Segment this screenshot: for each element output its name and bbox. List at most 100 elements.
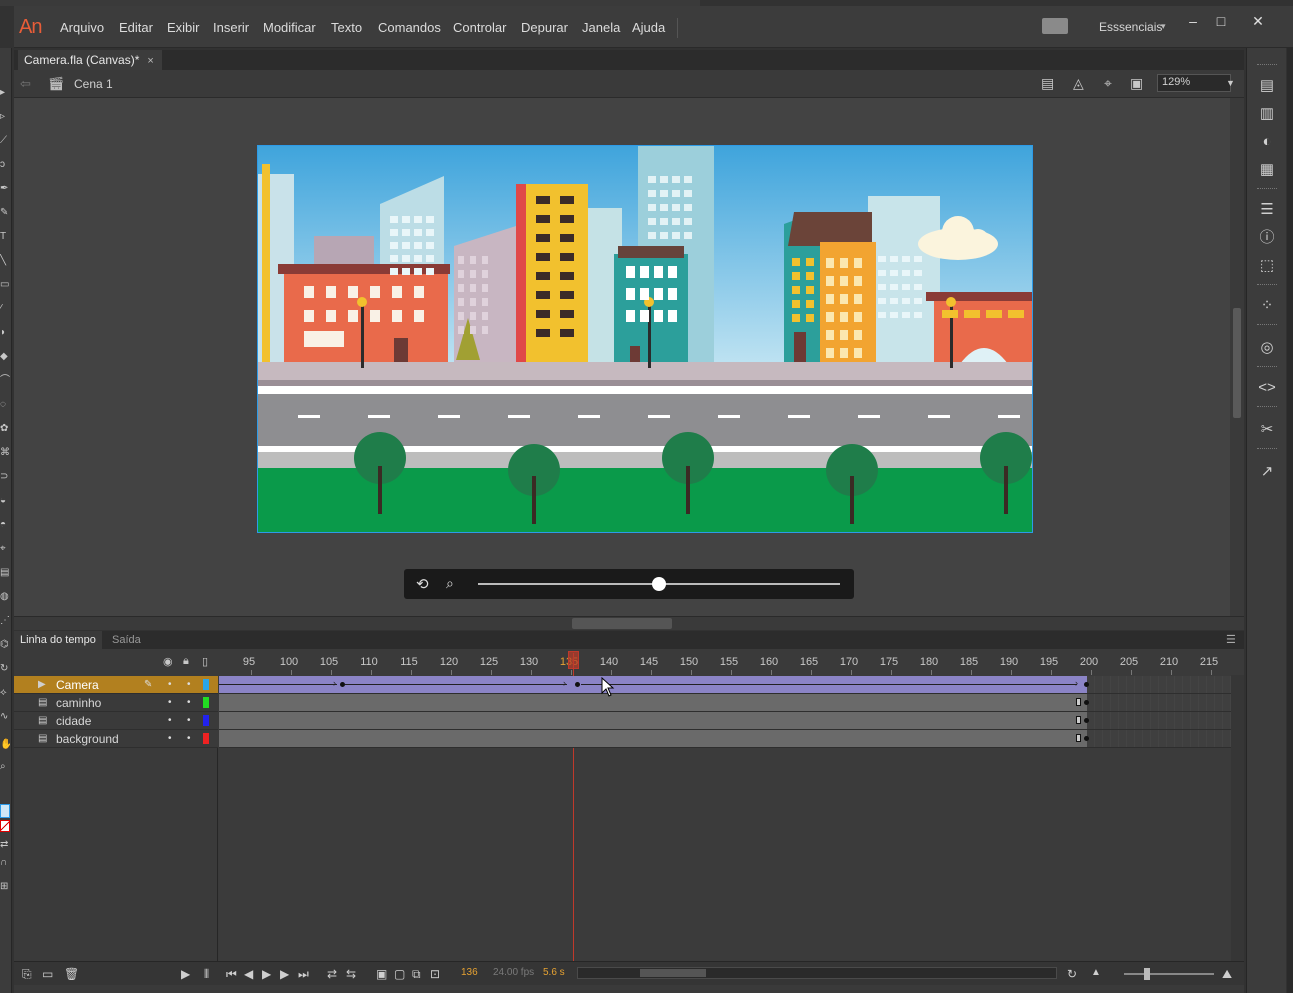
chevron-down-icon[interactable]: ▾	[1161, 21, 1166, 32]
deco-tool-icon[interactable]: ✿	[0, 422, 10, 436]
zoom-select[interactable]: 129%	[1157, 74, 1231, 92]
menu-depurar[interactable]: Depurar	[521, 20, 568, 35]
lock-all-icon[interactable]: 🔒︎	[183, 655, 189, 668]
frame-span[interactable]	[219, 730, 1087, 747]
minimize-button[interactable]: –	[1180, 12, 1206, 30]
scrollbar-thumb[interactable]	[572, 618, 672, 629]
new-layer-icon[interactable]: ⎘	[22, 967, 32, 982]
end-frame[interactable]	[1076, 716, 1081, 724]
keyframe[interactable]	[1084, 736, 1089, 741]
keyframe[interactable]	[1084, 682, 1089, 687]
layer-outline-color[interactable]	[203, 679, 209, 690]
line-tool-icon[interactable]: ╲	[0, 254, 10, 268]
panel-grip[interactable]	[1257, 64, 1277, 67]
swap-colors-icon[interactable]: ⇄	[0, 838, 10, 852]
show-layer-parenting-icon[interactable]: ⫴	[204, 967, 209, 982]
menu-controlar[interactable]: Controlar	[453, 20, 506, 35]
selection-tool-icon[interactable]: ▸	[0, 86, 10, 100]
zoom-out-icon[interactable]: ▲	[1091, 967, 1101, 978]
width-tool-icon[interactable]: ⊃	[0, 470, 10, 484]
panel-grip[interactable]	[1257, 366, 1277, 369]
layer-outline-color[interactable]	[203, 733, 209, 744]
ink-bottle-tool-icon[interactable]: ◓	[0, 518, 10, 532]
motion-presets-icon[interactable]: ⁘	[1256, 296, 1278, 316]
outline-all-icon[interactable]: ▯	[202, 655, 208, 668]
timeline-vertical-scrollbar[interactable]	[1231, 675, 1244, 961]
bind-tool-icon[interactable]: ⌬	[0, 638, 10, 652]
layer-name[interactable]: background	[56, 730, 119, 748]
onion-skin-icon[interactable]: ▣	[376, 967, 387, 981]
layer-row-Camera[interactable]: ▶ Camera ✎ • •	[14, 676, 218, 694]
menu-modificar[interactable]: Modificar	[263, 20, 316, 35]
edit-symbols-icon[interactable]: ◬	[1073, 75, 1084, 92]
menu-comandos[interactable]: Comandos	[378, 20, 441, 35]
stage-canvas[interactable]	[257, 145, 1033, 533]
maximize-button[interactable]: □	[1208, 12, 1234, 30]
scrollbar-thumb[interactable]	[1233, 308, 1241, 418]
keyframe[interactable]	[1084, 700, 1089, 705]
lock-toggle[interactable]: •	[187, 730, 191, 748]
panel-grip[interactable]	[1257, 324, 1277, 327]
go-last-frame-icon[interactable]: ⏭	[298, 967, 309, 982]
workspace-sync-icon[interactable]	[1042, 18, 1068, 34]
stage-vertical-scrollbar[interactable]	[1230, 98, 1244, 616]
pencil-tool-icon[interactable]: ✎	[0, 206, 10, 220]
lock-toggle[interactable]: •	[187, 676, 191, 694]
camera-tool-icon[interactable]: ◍	[0, 590, 10, 604]
fps-readout[interactable]: 24.00 fps	[493, 967, 534, 978]
empty-frames[interactable]	[1087, 676, 1231, 693]
tab-output[interactable]: Saída	[106, 631, 147, 649]
transform-icon[interactable]: ⬚	[1256, 256, 1278, 276]
layer-row-caminho[interactable]: ▤ caminho • •	[14, 694, 218, 712]
visibility-toggle[interactable]: •	[168, 676, 172, 694]
free-transform-tool-icon[interactable]: ⟋	[0, 134, 10, 148]
3d-rotation-tool-icon[interactable]: ◌	[0, 398, 10, 412]
menu-janela[interactable]: Janela	[582, 20, 620, 35]
rotate-tool-icon[interactable]: ↻	[0, 662, 10, 676]
layer-outline-color[interactable]	[203, 697, 209, 708]
frame-row-background[interactable]	[219, 730, 1231, 748]
camera-zoom-icon[interactable]: ⌕	[446, 575, 454, 592]
visibility-toggle[interactable]: •	[168, 712, 172, 730]
fill-color-swatch[interactable]	[0, 820, 10, 832]
menu-exibir[interactable]: Exibir	[167, 20, 200, 35]
color-icon[interactable]: ◐	[1256, 132, 1278, 152]
rectangle-tool-icon[interactable]: ▭	[0, 278, 10, 292]
history-icon[interactable]: ↗	[1256, 462, 1278, 482]
menu-arquivo[interactable]: Arquivo	[60, 20, 104, 35]
frame-ruler[interactable]: 9510010511011512012513013514014515015516…	[219, 651, 1231, 675]
elapsed-time-readout[interactable]: 5.6 s	[543, 967, 565, 978]
hand-tool-icon[interactable]: ✋	[0, 738, 10, 752]
edit-multiple-frames-icon[interactable]: ⧉	[412, 967, 421, 982]
subselection-tool-icon[interactable]: ▹	[0, 110, 10, 124]
swatches-icon[interactable]: ▦	[1256, 160, 1278, 180]
go-first-frame-icon[interactable]: ⏮	[226, 967, 237, 982]
lock-toggle[interactable]: •	[187, 712, 191, 730]
frame-row-Camera[interactable]: › › ›	[219, 676, 1231, 694]
visibility-toggle[interactable]: •	[168, 694, 172, 712]
panel-grip[interactable]	[1257, 448, 1277, 451]
camera-rotate-icon[interactable]: ⟲	[416, 575, 429, 593]
asset-warp-tool-icon[interactable]: ⌘	[0, 446, 10, 460]
loop-playback-icon[interactable]: ⇆	[346, 967, 356, 981]
panel-grip[interactable]	[1257, 188, 1277, 191]
step-back-icon[interactable]: ◀︎	[244, 967, 253, 981]
properties-icon[interactable]: ▤	[1256, 76, 1278, 96]
chevron-down-icon[interactable]: ▼	[1226, 78, 1235, 88]
zoom-tool-icon[interactable]: ⌕	[0, 760, 10, 774]
empty-frames[interactable]	[1087, 694, 1231, 711]
bone-tool-icon[interactable]: ⌒	[0, 374, 10, 388]
center-stage-icon[interactable]: ⌖	[1104, 75, 1112, 92]
frame-row-caminho[interactable]	[219, 694, 1231, 712]
scene-breadcrumb[interactable]: Cena 1	[74, 77, 113, 91]
menu-texto[interactable]: Texto	[331, 20, 362, 35]
timeline-horizontal-scrollbar[interactable]	[577, 967, 1057, 979]
info-icon[interactable]: ⓘ	[1256, 228, 1278, 248]
step-forward-icon[interactable]: ▶︎	[280, 967, 289, 981]
scrollbar-thumb[interactable]	[640, 969, 706, 977]
keyframe[interactable]	[575, 682, 580, 687]
current-frame-readout[interactable]: 136	[461, 967, 478, 978]
options-icon[interactable]: ⊞	[0, 880, 10, 894]
align-icon[interactable]: ☰	[1256, 200, 1278, 220]
smooth-tool-icon[interactable]: ∿	[0, 710, 10, 724]
